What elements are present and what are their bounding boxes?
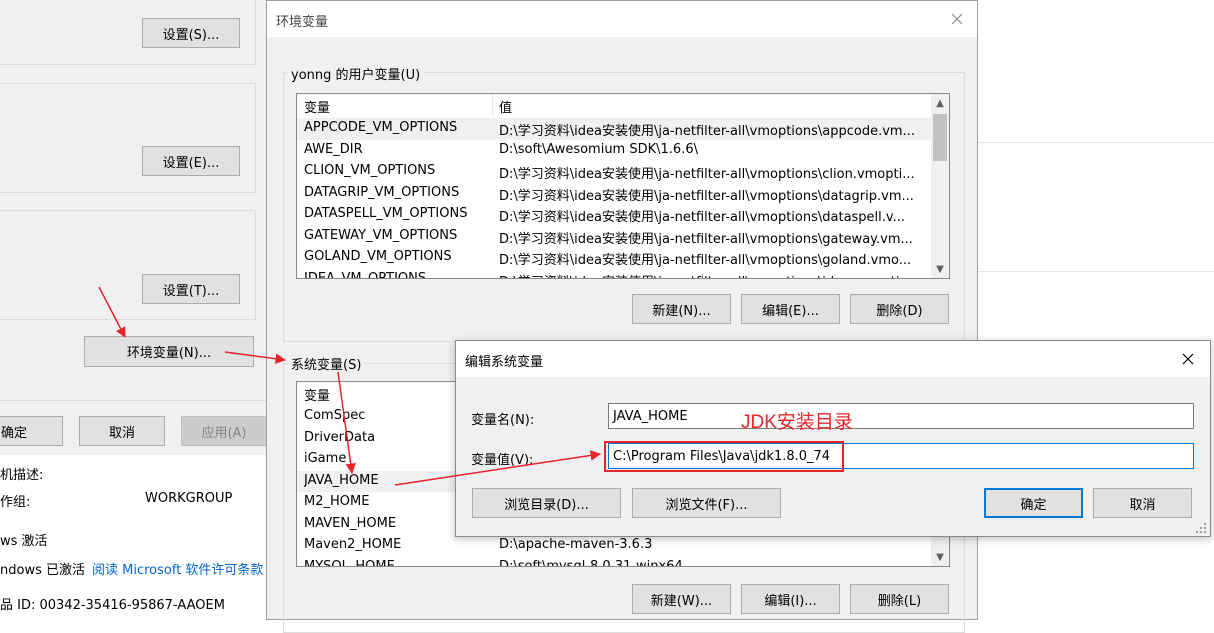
arrow-to-env-button: [98, 286, 126, 338]
arrow-to-value-field: [394, 450, 602, 486]
arrow-to-system-vars: [224, 351, 287, 364]
arrow-to-java-home: [337, 371, 356, 475]
annotation-arrows: [98, 286, 602, 486]
